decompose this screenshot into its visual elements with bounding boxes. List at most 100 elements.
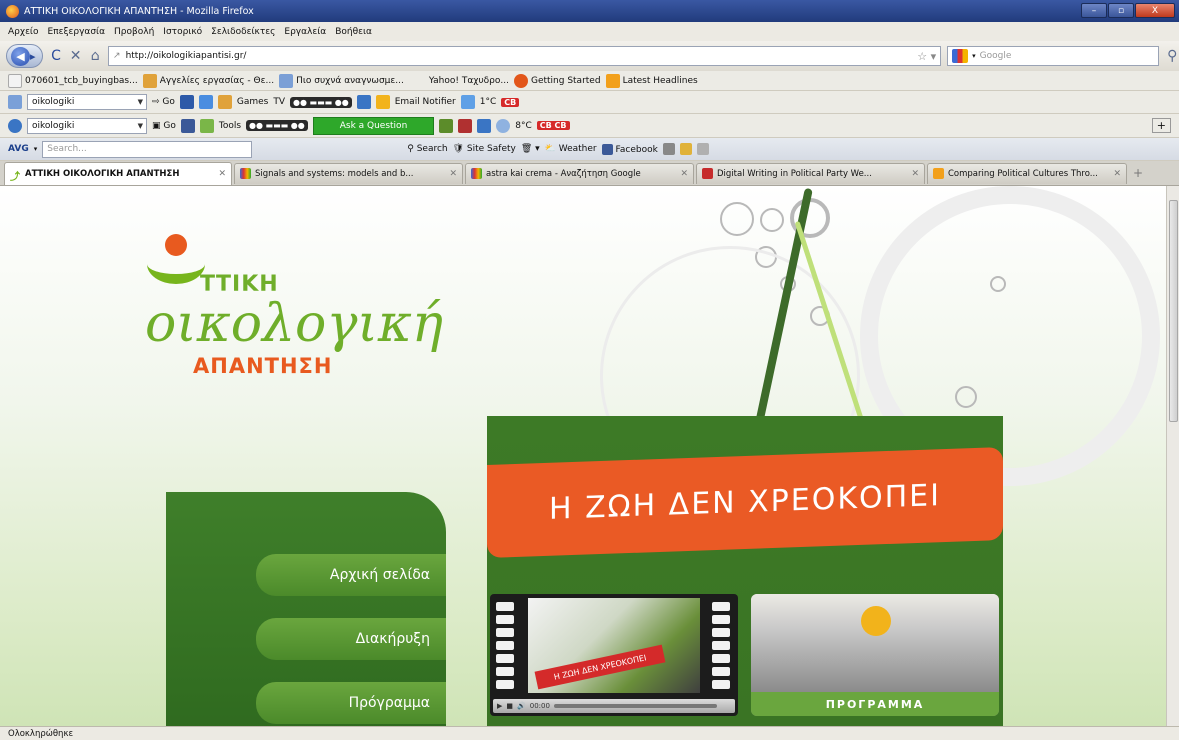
- rss-icon: [605, 73, 620, 88]
- nav-home-button[interactable]: Αρχική σελίδα: [256, 554, 446, 596]
- weather-button[interactable]: ⛅ Weather: [545, 144, 597, 154]
- toolbar-search-combo[interactable]: oikologiki: [27, 94, 147, 110]
- addon-toolbar-2: oikologiki ▣ Go Tools ●● ▬▬▬ ●● Ask a Qu…: [0, 114, 1179, 138]
- toolbar-app-icon[interactable]: [477, 118, 492, 133]
- bookmark-item[interactable]: Latest Headlines: [605, 73, 698, 88]
- pdf-favicon: [702, 168, 713, 179]
- nav-programme-button[interactable]: Πρόγραμμα: [256, 682, 446, 724]
- close-button[interactable]: X: [1135, 3, 1175, 18]
- toolbar-app-icon[interactable]: [439, 118, 454, 133]
- maximize-button[interactable]: ▫: [1108, 3, 1134, 18]
- games-button[interactable]: Games: [237, 97, 268, 107]
- tab-astra[interactable]: astra kai crema - Αναζήτηση Google ✕: [465, 162, 694, 184]
- bookmark-item[interactable]: Yahoo! Ταχυδρο...: [429, 76, 509, 86]
- volume-icon[interactable]: 🔊: [517, 702, 526, 710]
- toolbar-app-icon[interactable]: [375, 95, 390, 109]
- bookmark-star-icon[interactable]: ☆ ▾: [917, 50, 936, 63]
- close-tab-icon[interactable]: ✕: [680, 169, 688, 179]
- url-bar[interactable]: ↗ http://oikologikiapantisi.gr/ ☆ ▾: [108, 46, 942, 66]
- home-icon[interactable]: ⌂: [88, 48, 102, 64]
- film-strip-right: [712, 602, 732, 692]
- site-safety-button[interactable]: 🛡 Site Safety: [453, 144, 516, 154]
- facebook-icon[interactable]: [180, 118, 195, 133]
- menu-edit[interactable]: Επεξεργασία: [48, 27, 106, 37]
- video-player[interactable]: Η ΖΩΗ ΔΕΝ ΧΡΕΟΚΟΠΕΙ ▶ ■ 🔊 00:00: [490, 594, 738, 716]
- bookmark-item[interactable]: Αγγελίες εργασίας - Θε...: [142, 73, 274, 88]
- bookmarks-toolbar: 070601_tcb_buyingbas... Αγγελίες εργασία…: [0, 71, 1179, 91]
- toolbar-app-icon[interactable]: [458, 118, 473, 133]
- stop-icon[interactable]: ✕: [69, 48, 83, 64]
- ask-question-button[interactable]: Ask a Question: [312, 116, 435, 135]
- tab-favicon: [933, 168, 944, 179]
- back-button[interactable]: ◀ ▸: [6, 44, 44, 68]
- close-tab-icon[interactable]: ✕: [218, 169, 226, 179]
- tv-button[interactable]: TV: [273, 97, 285, 107]
- close-tab-icon[interactable]: ✕: [449, 169, 457, 179]
- facebook-button[interactable]: Facebook: [601, 143, 658, 155]
- search-box[interactable]: ▾ Google: [947, 46, 1160, 66]
- close-tab-icon[interactable]: ✕: [1113, 169, 1121, 179]
- calendar-icon[interactable]: [662, 143, 675, 155]
- menu-history[interactable]: Ιστορικό: [163, 27, 202, 37]
- bookmark-favicon: [142, 73, 157, 88]
- menu-bookmarks[interactable]: Σελιδοδείκτες: [211, 27, 275, 37]
- tab-signals[interactable]: Signals and systems: models and b... ✕: [234, 162, 463, 184]
- bookmark-item[interactable]: 070601_tcb_buyingbas...: [8, 73, 138, 88]
- new-tab-button[interactable]: +: [1133, 166, 1143, 180]
- search-magnifier-icon[interactable]: ⚲: [1165, 48, 1179, 64]
- site-logo[interactable]: ΤΤΙΚΗ οικολογική ΑΠΑΝΤΗΣΗ: [145, 234, 475, 384]
- reload-icon[interactable]: C: [49, 48, 63, 64]
- cb-badge-icon[interactable]: CB CB: [536, 121, 570, 130]
- tab-digital-writing[interactable]: Digital Writing in Political Party We...…: [696, 162, 925, 184]
- avg-toolbar: AVG ▾ Search... ⚲ Search 🛡 Site Safety 🗑…: [0, 138, 1179, 161]
- menu-tools[interactable]: Εργαλεία: [284, 27, 326, 37]
- vertical-scrollbar[interactable]: [1166, 186, 1179, 726]
- window-controls: – ▫ X: [1081, 3, 1175, 18]
- video-seek-bar[interactable]: [553, 704, 717, 708]
- go-button[interactable]: ⇨ Go: [152, 97, 175, 107]
- add-toolbar-icon[interactable]: +: [1151, 118, 1171, 133]
- toolbar-app-icon[interactable]: [217, 95, 232, 109]
- toolbar-app-icon[interactable]: [496, 118, 511, 133]
- close-tab-icon[interactable]: ✕: [911, 169, 919, 179]
- bookmark-item[interactable]: Πιο συχνά αναγνωσμε...: [279, 73, 404, 88]
- title-bar: ΑΤΤΙΚΗ ΟΙΚΟΛΟΓΙΚΗ ΑΠΑΝΤΗΣΗ - Mozilla Fir…: [0, 0, 1179, 22]
- stop-icon[interactable]: ■: [506, 702, 513, 710]
- bookmark-item[interactable]: Getting Started: [513, 73, 601, 88]
- scrollbar-thumb[interactable]: [1169, 200, 1178, 422]
- toolbar-app-icon[interactable]: [356, 95, 371, 109]
- tools-icon[interactable]: [199, 118, 214, 133]
- cb-badge-icon[interactable]: CB: [501, 97, 520, 107]
- avg-logo[interactable]: AVG: [8, 144, 29, 154]
- menu-bar: Αρχείο Επεξεργασία Προβολή Ιστορικό Σελι…: [0, 22, 1179, 41]
- email-notifier-button[interactable]: Email Notifier: [395, 97, 456, 107]
- avg-search-input[interactable]: Search...: [42, 140, 253, 158]
- programme-card[interactable]: ΠΡΟΓΡΑΜΜΑ: [751, 594, 999, 716]
- google-favicon: [240, 168, 251, 179]
- decorative-circle: [720, 202, 754, 236]
- radio-player-icon[interactable]: ●● ▬▬▬ ●●: [246, 120, 308, 131]
- play-icon[interactable]: ▶: [497, 702, 502, 710]
- go-button[interactable]: ▣ Go: [152, 121, 176, 131]
- tools-button[interactable]: Tools: [219, 121, 241, 131]
- avg-search-button[interactable]: ⚲ Search: [407, 144, 447, 154]
- folder-icon[interactable]: [679, 143, 692, 155]
- programme-label[interactable]: ΠΡΟΓΡΑΜΜΑ: [751, 692, 999, 716]
- menu-file[interactable]: Αρχείο: [8, 27, 39, 37]
- menu-view[interactable]: Προβολή: [114, 27, 154, 37]
- tab-political-cultures[interactable]: Comparing Political Cultures Thro... ✕: [927, 162, 1127, 184]
- toolbar-app-icon[interactable]: [179, 95, 194, 109]
- toolbar-search-combo[interactable]: oikologiki: [27, 117, 147, 134]
- trash-icon[interactable]: 🗑 ▾: [521, 144, 540, 154]
- site-navigation: Αρχική σελίδα Διακήρυξη Πρόγραμμα: [166, 492, 446, 726]
- firefox-icon: [513, 73, 528, 88]
- google-search-engine-icon[interactable]: [952, 49, 969, 63]
- settings-icon[interactable]: [696, 143, 709, 155]
- tab-attiki[interactable]: ⤴ ΑΤΤΙΚΗ ΟΙΚΟΛΟΓΙΚΗ ΑΠΑΝΤΗΣΗ ✕: [4, 161, 232, 185]
- radio-player-icon[interactable]: ●● ▬▬▬ ●●: [290, 96, 352, 108]
- nav-declaration-button[interactable]: Διακήρυξη: [256, 618, 446, 660]
- menu-help[interactable]: Βοήθεια: [335, 27, 372, 37]
- minimize-button[interactable]: –: [1081, 3, 1107, 18]
- site-identity-icon: ↗: [113, 51, 121, 61]
- toolbar-app-icon[interactable]: [198, 95, 213, 109]
